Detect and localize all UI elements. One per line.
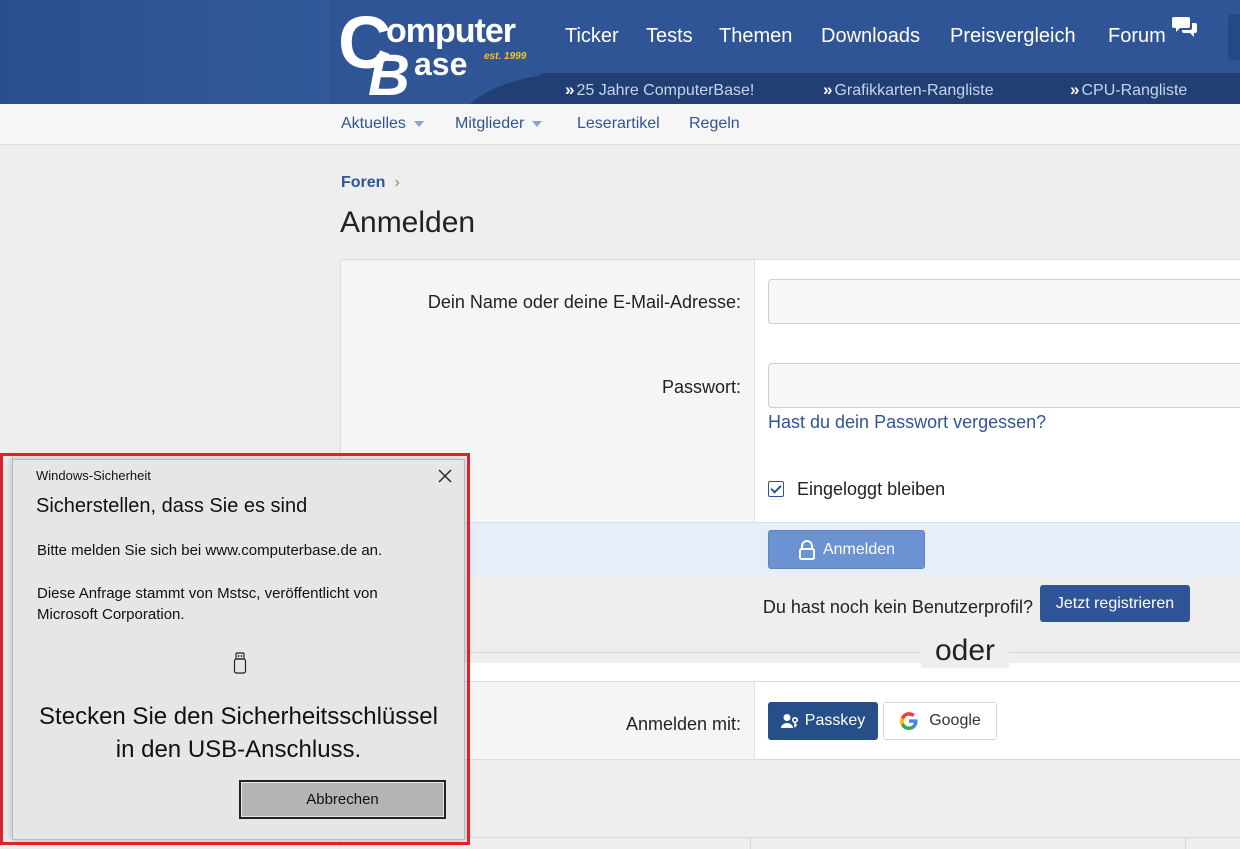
register-row: Du hast noch kein Benutzerprofil? Jetzt … <box>341 577 1240 668</box>
chevron-down-icon[interactable] <box>532 120 543 127</box>
secnav-aktuelles[interactable]: Aktuelles <box>341 115 424 133</box>
nav-ticker[interactable]: Ticker <box>565 25 619 48</box>
forgot-password-link[interactable]: Hast du dein Passwort vergessen? <box>768 412 1046 433</box>
or-separator: oder <box>921 634 1010 668</box>
login-with-label: Anmelden mit: <box>625 714 741 734</box>
register-button[interactable]: Jetzt registrieren <box>1040 585 1190 622</box>
passkey-icon <box>780 714 798 728</box>
breadcrumb-foren[interactable]: Foren <box>341 174 385 191</box>
form-footer <box>341 759 1240 849</box>
forum-subnav: Aktuelles Mitglieder Leserartikel Regeln <box>0 104 1240 145</box>
page-title: Anmelden <box>340 206 476 239</box>
username-label: Dein Name oder deine E-Mail-Adresse: <box>427 292 741 312</box>
secnav-mitglieder[interactable]: Mitglieder <box>455 115 543 133</box>
header-shade <box>0 0 330 104</box>
highlight-frame <box>0 453 470 845</box>
subnav-marker: » <box>565 80 575 99</box>
divider <box>341 652 1240 653</box>
social-login-row: Anmelden mit: Passkey Google <box>341 681 1240 760</box>
secnav-regeln[interactable]: Regeln <box>689 115 740 133</box>
subnav-marker: » <box>1070 80 1080 99</box>
login-button-label: Anmelden <box>822 540 896 558</box>
logo-est: est. 1999 <box>484 51 527 62</box>
subnav-label: CPU-Rangliste <box>1081 82 1188 99</box>
chat-bubbles-icon[interactable] <box>1172 15 1198 39</box>
divider <box>341 837 1240 838</box>
secnav-label: Mitglieder <box>455 115 525 132</box>
chevron-down-icon[interactable] <box>413 120 424 127</box>
subnav-label: 25 Jahre ComputerBase! <box>576 82 755 99</box>
username-input[interactable] <box>768 279 1240 324</box>
breadcrumb: Foren › <box>341 174 400 192</box>
password-label: Passwort: <box>661 377 741 397</box>
google-icon <box>900 712 918 731</box>
logo-letter-b: B <box>368 43 410 104</box>
nav-tests[interactable]: Tests <box>646 25 693 48</box>
nav-preisvergleich[interactable]: Preisvergleich <box>950 25 1076 48</box>
subnav-cpu[interactable]: » CPU-Rangliste <box>1070 80 1187 100</box>
login-form: Dein Name oder deine E-Mail-Adresse: Pas… <box>340 259 1240 849</box>
no-profile-text: Du hast noch kein Benutzerprofil? <box>762 597 1033 617</box>
subnav-marker: » <box>823 80 833 99</box>
logo-text-ase: ase <box>414 46 468 82</box>
stay-logged-in-checkbox[interactable] <box>768 481 784 497</box>
nav-themen[interactable]: Themen <box>719 25 792 48</box>
stay-logged-in-label[interactable]: Eingeloggt bleiben <box>797 479 945 500</box>
secnav-leserartikel[interactable]: Leserartikel <box>577 115 660 133</box>
passkey-button[interactable]: Passkey <box>768 702 878 740</box>
computerbase-logo[interactable]: C omputer B ase est. 1999 <box>338 1 538 104</box>
google-button[interactable]: Google <box>883 702 997 740</box>
subnav-grafikkarten[interactable]: » Grafikkarten-Rangliste <box>823 80 994 100</box>
subnav-label: Grafikkarten-Rangliste <box>834 82 994 99</box>
nav-forum[interactable]: Forum <box>1108 25 1166 48</box>
passkey-label: Passkey <box>804 712 866 729</box>
password-input[interactable] <box>768 363 1240 408</box>
lock-icon <box>798 539 815 560</box>
nav-downloads[interactable]: Downloads <box>821 25 920 48</box>
divider <box>750 837 751 849</box>
google-label: Google <box>929 712 981 729</box>
login-button[interactable]: Anmelden <box>768 530 925 569</box>
divider <box>1185 837 1186 849</box>
submit-row: Anmelden <box>341 522 1240 578</box>
header-user-area[interactable] <box>1228 14 1240 60</box>
subnav-25-jahre[interactable]: » 25 Jahre ComputerBase! <box>565 80 754 100</box>
site-header: C omputer B ase est. 1999 Ticker Tests T… <box>0 0 1240 104</box>
breadcrumb-separator-icon: › <box>394 174 400 191</box>
secnav-label: Aktuelles <box>341 115 406 132</box>
